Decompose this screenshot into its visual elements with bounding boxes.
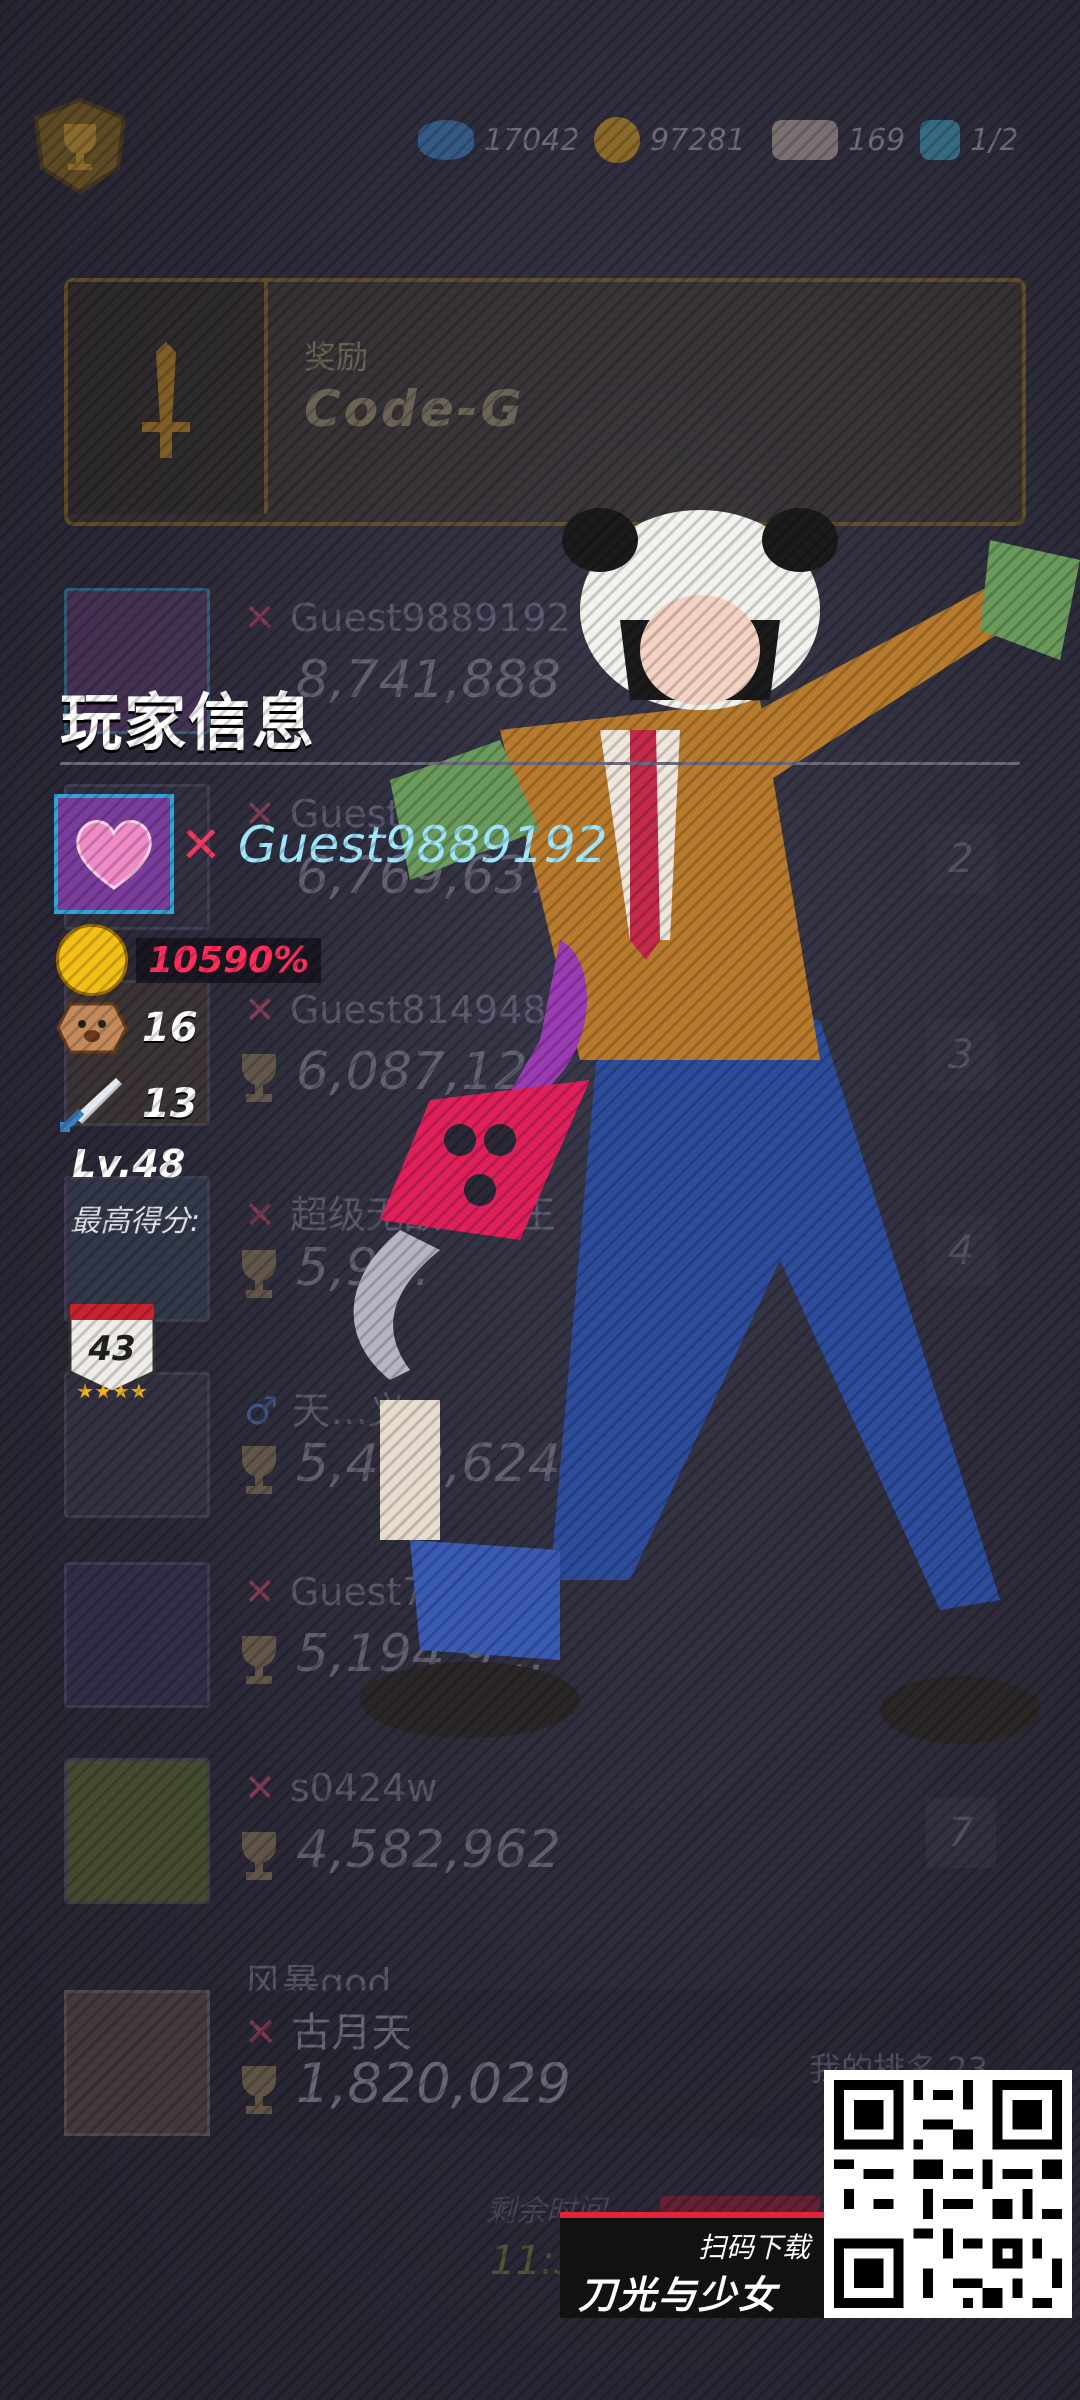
bear-stat: 16 (56, 998, 198, 1058)
bear-value: 16 (142, 1005, 198, 1051)
gender-icon: ✕ (180, 816, 222, 874)
gender-icon: ✕ (244, 1193, 276, 1237)
rank-badge-stars: ★★★★ (76, 1379, 148, 1403)
player-score: 1,820,029 (296, 2052, 571, 2115)
bear-icon (56, 1002, 128, 1054)
energy-icon (920, 120, 960, 160)
trophy-icon (242, 1054, 276, 1102)
rank-number: 7 (926, 1798, 996, 1868)
best-score-label: 最高得分: (70, 1204, 201, 1239)
player-avatar[interactable] (54, 794, 174, 914)
title-divider (60, 762, 1020, 765)
player-score: 4,582,962 (296, 1820, 561, 1880)
gender-icon: ✕ (244, 1766, 276, 1810)
gender-icon: ✕ (244, 1570, 276, 1614)
reward-icon-box (68, 282, 268, 514)
heart-icon (76, 819, 152, 890)
player-info-title: 玩家信息 (60, 686, 317, 759)
download-banner[interactable]: 扫码下载 刀光与少女 (560, 2212, 824, 2318)
trophy-icon (242, 1250, 276, 1298)
player-name: Guest9889192 (237, 816, 608, 874)
player-name: 古月天 (291, 2010, 412, 2056)
trophy-icon (242, 1446, 276, 1494)
trophy-icon (242, 1636, 276, 1684)
rank-badge-icon: 43 ★★★★ (68, 1304, 156, 1403)
coin-counter[interactable]: 97281 (594, 117, 746, 163)
avatar (64, 1562, 210, 1708)
remaining-time-bar (660, 2196, 820, 2212)
rank-badge[interactable]: 43 ★★★★ (64, 1300, 160, 1410)
gem-value: 17042 (484, 122, 580, 158)
leaderboard-row[interactable]: 风暴god (64, 1952, 1018, 1992)
sword-icon (60, 1078, 122, 1132)
banner-accent (560, 2212, 824, 2218)
percent-value: 10590% (136, 937, 322, 983)
avatar (64, 1990, 210, 2136)
percent-stat: 10590% (56, 924, 322, 996)
sword-stat: 13 (56, 1074, 198, 1134)
coin-value: 97281 (650, 122, 746, 158)
energy-value: 1/2 (970, 122, 1019, 158)
trophy-crest-icon[interactable] (28, 96, 132, 196)
trophy-icon (242, 2066, 276, 2114)
trophy-icon (242, 1832, 276, 1880)
sword-value: 13 (142, 1081, 198, 1127)
avatar (64, 1758, 210, 1904)
reward-name: Code-G (304, 380, 525, 438)
ticket-counter[interactable]: 169 (772, 118, 905, 162)
gem-counter[interactable]: 17042 (418, 118, 579, 162)
sword-icon (142, 342, 190, 458)
gender-icon: ✕ (244, 2010, 278, 2056)
coin-icon (594, 117, 640, 163)
smiley-icon (56, 924, 128, 996)
player-name: 风暴god (244, 1961, 392, 1992)
game-title: 刀光与少女 (578, 2273, 779, 2317)
gem-icon (418, 120, 474, 160)
scan-download-label: 扫码下载 (697, 2231, 810, 2264)
player-level: Lv.48 (72, 1142, 186, 1186)
top-bar: 17042 97281 169 1/2 (0, 90, 1080, 195)
qr-code[interactable] (824, 2070, 1072, 2318)
reward-banner[interactable]: 奖励 Code-G (64, 278, 1026, 526)
reward-label: 奖励 (304, 338, 369, 376)
gender-icon: ✕ (244, 596, 276, 640)
ticket-icon (772, 120, 838, 160)
character-illustration (353, 508, 1080, 1744)
energy-counter[interactable]: 1/2 (920, 118, 1018, 162)
ticket-value: 169 (848, 122, 906, 158)
gender-icon: ♂ (244, 1389, 279, 1433)
rank-badge-number: 43 (87, 1329, 135, 1369)
